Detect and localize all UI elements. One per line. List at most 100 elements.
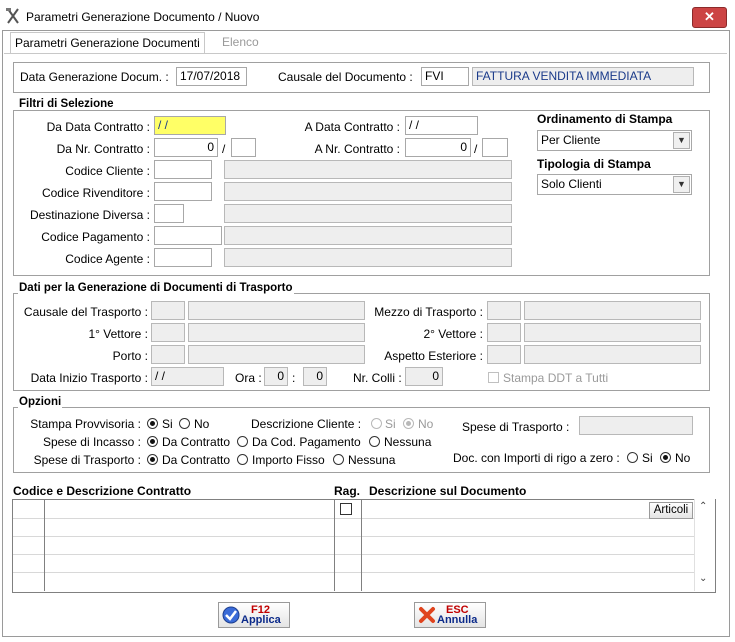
- spese-trasporto-input[interactable]: [579, 416, 693, 435]
- mezzo-input[interactable]: [487, 301, 521, 320]
- da-nr-label: Da Nr. Contratto :: [56, 142, 150, 156]
- porto-input[interactable]: [151, 345, 185, 364]
- ora-hour-input[interactable]: 0: [264, 367, 288, 386]
- grid-scrollbar[interactable]: ⌃ ⌄: [694, 499, 715, 591]
- spese-trasporto-contratto-radio[interactable]: [147, 454, 158, 465]
- col-contratto-header: Codice e Descrizione Contratto: [13, 484, 192, 498]
- vettore2-label: 2° Vettore :: [423, 327, 483, 341]
- grid-col-line: [334, 500, 335, 591]
- destinazione-desc: [224, 204, 512, 223]
- grid-row-line: [13, 554, 694, 555]
- articoli-button[interactable]: Articoli: [649, 502, 693, 519]
- doc-importi-no-radio[interactable]: [660, 452, 671, 463]
- codice-rivenditore-input[interactable]: [154, 182, 212, 201]
- close-button[interactable]: ✕: [692, 7, 727, 28]
- rag-checkbox[interactable]: [340, 503, 352, 515]
- check-icon: [222, 606, 240, 624]
- spese-incasso-nessuna-radio[interactable]: [369, 436, 380, 447]
- a-nr-input[interactable]: 0: [405, 138, 471, 157]
- a-nr-suffix-input[interactable]: [482, 138, 508, 157]
- ora-separator: :: [292, 371, 296, 385]
- a-data-input[interactable]: / /: [405, 116, 478, 135]
- cancel-button[interactable]: ESC Annulla: [414, 602, 486, 628]
- grid-row-line: [13, 518, 694, 519]
- mezzo-desc: [524, 301, 701, 320]
- codice-agente-input[interactable]: [154, 248, 212, 267]
- grid-row-line: [13, 536, 694, 537]
- da-nr-suffix-input[interactable]: [231, 138, 256, 157]
- data-generazione-input[interactable]: 17/07/2018: [176, 67, 247, 86]
- tab-parametri[interactable]: Parametri Generazione Documenti: [10, 32, 205, 53]
- descrizione-cliente-no-radio[interactable]: [403, 418, 414, 429]
- vettore1-label: 1° Vettore :: [88, 327, 148, 341]
- colli-label: Nr. Colli :: [353, 371, 402, 385]
- aspetto-desc: [524, 345, 701, 364]
- grid-col-line: [44, 500, 45, 591]
- stampa-provvisoria-si-label: Si: [162, 417, 173, 431]
- causale-code-input[interactable]: FVI: [421, 67, 469, 86]
- ordinamento-value: Per Cliente: [541, 133, 601, 147]
- apply-button[interactable]: F12 Applica: [218, 602, 290, 628]
- codice-pagamento-label: Codice Pagamento :: [41, 230, 150, 244]
- spese-trasporto-fisso-radio[interactable]: [237, 454, 248, 465]
- spese-incasso-contratto-radio[interactable]: [147, 436, 158, 447]
- apply-label: Applica: [241, 614, 281, 626]
- codice-cliente-desc: [224, 160, 512, 179]
- causale-trasporto-input[interactable]: [151, 301, 185, 320]
- stampa-ddt-checkbox[interactable]: [488, 372, 499, 383]
- spese-incasso-codpag-radio[interactable]: [237, 436, 248, 447]
- codice-pagamento-input[interactable]: [154, 226, 222, 245]
- causale-documento-label: Causale del Documento :: [278, 70, 413, 84]
- descrizione-cliente-label: Descrizione Cliente :: [251, 417, 362, 431]
- a-nr-label: A Nr. Contratto :: [314, 142, 400, 156]
- tab-elenco[interactable]: Elenco: [218, 32, 263, 52]
- codice-cliente-input[interactable]: [154, 160, 212, 179]
- close-icon: ✕: [704, 9, 715, 24]
- stampa-provvisoria-label: Stampa Provvisoria :: [30, 417, 141, 431]
- scroll-up-icon[interactable]: ⌃: [699, 501, 707, 512]
- doc-importi-si-label: Si: [642, 451, 653, 465]
- a-nr-slash: /: [474, 142, 478, 156]
- codice-rivenditore-desc: [224, 182, 512, 201]
- scroll-down-icon[interactable]: ⌄: [699, 573, 707, 584]
- doc-importi-si-radio[interactable]: [627, 452, 638, 463]
- destinazione-input[interactable]: [154, 204, 184, 223]
- ordinamento-select[interactable]: Per Cliente ▼: [537, 130, 692, 151]
- spese-incasso-label: Spese di Incasso :: [42, 435, 141, 449]
- tipologia-select[interactable]: Solo Clienti ▼: [537, 174, 692, 195]
- data-inizio-input[interactable]: / /: [151, 367, 224, 386]
- da-nr-slash: /: [222, 142, 226, 156]
- stampa-provvisoria-no-radio[interactable]: [179, 418, 190, 429]
- spese-trasporto-nessuna-label: Nessuna: [348, 453, 396, 467]
- stampa-provvisoria-no-label: No: [194, 417, 210, 431]
- da-nr-input[interactable]: 0: [154, 138, 218, 157]
- vettore2-input[interactable]: [487, 323, 521, 342]
- colli-input[interactable]: 0: [405, 367, 443, 386]
- causale-trasporto-label: Causale del Trasporto :: [23, 305, 148, 319]
- stampa-provvisoria-si-radio[interactable]: [147, 418, 158, 429]
- spese-trasporto-nessuna-radio[interactable]: [333, 454, 344, 465]
- spese-trasporto-contratto-label: Da Contratto: [162, 453, 231, 467]
- da-data-label: Da Data Contratto :: [46, 120, 150, 134]
- spese-incasso-nessuna-label: Nessuna: [384, 435, 432, 449]
- chevron-down-icon[interactable]: ▼: [673, 176, 690, 193]
- doc-importi-label: Doc. con Importi di rigo a zero :: [453, 451, 620, 465]
- vettore1-desc: [188, 323, 365, 342]
- mezzo-label: Mezzo di Trasporto :: [374, 305, 483, 319]
- window-title: Parametri Generazione Documento / Nuovo: [26, 10, 260, 24]
- ordinamento-label: Ordinamento di Stampa: [537, 112, 673, 126]
- app-icon: [6, 8, 19, 24]
- stampa-ddt-label: Stampa DDT a Tutti: [503, 371, 609, 385]
- porto-desc: [188, 345, 365, 364]
- vettore1-input[interactable]: [151, 323, 185, 342]
- aspetto-input[interactable]: [487, 345, 521, 364]
- descrizione-cliente-si-radio[interactable]: [371, 418, 382, 429]
- grid-row-line: [13, 572, 694, 573]
- doc-importi-no-label: No: [675, 451, 691, 465]
- da-data-input[interactable]: / /: [154, 116, 226, 135]
- chevron-down-icon[interactable]: ▼: [673, 132, 690, 149]
- spese-incasso-contratto-label: Da Contratto: [162, 435, 231, 449]
- codice-agente-desc: [224, 248, 512, 267]
- contracts-grid[interactable]: [12, 499, 716, 593]
- ora-minute-input[interactable]: 0: [303, 367, 327, 386]
